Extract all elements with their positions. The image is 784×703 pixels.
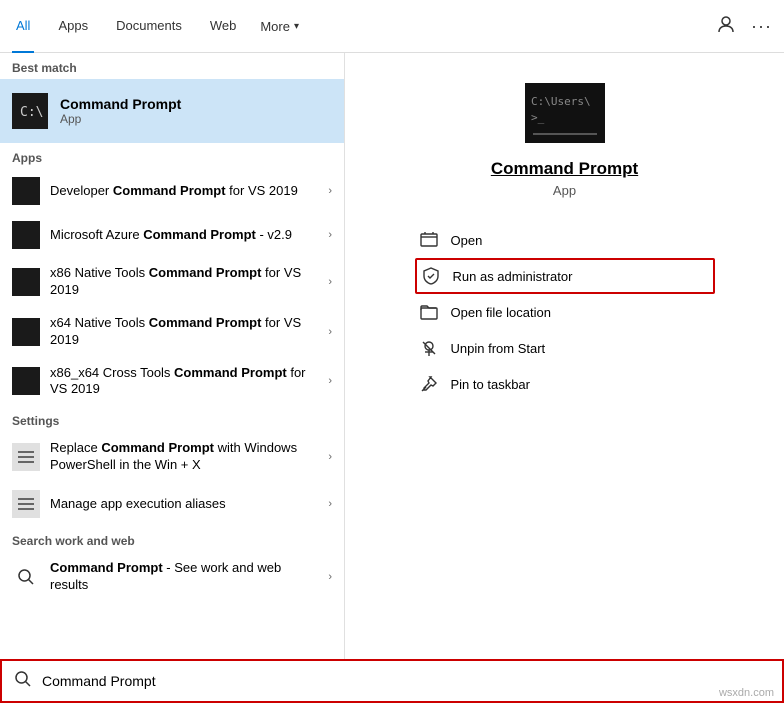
chevron-right-icon: › — [328, 571, 332, 583]
left-panel: Best match C:\ Command Prompt App Apps D… — [0, 53, 345, 659]
list-item-settings-1[interactable]: Replace Command Prompt with Windows Powe… — [0, 432, 344, 482]
action-pin-taskbar-label: Pin to taskbar — [451, 377, 531, 392]
list-item-text: x64 Native Tools Command Prompt for VS 2… — [50, 315, 318, 349]
action-unpin-start[interactable]: Unpin from Start — [415, 330, 715, 366]
action-pin-taskbar[interactable]: Pin to taskbar — [415, 366, 715, 402]
list-item-text: x86_x64 Cross Tools Command Prompt for V… — [50, 365, 318, 399]
list-item[interactable]: x86_x64 Cross Tools Command Prompt for V… — [0, 357, 344, 407]
search-input[interactable] — [42, 673, 770, 689]
app-preview-icon: C:\Users\ >_ — [525, 83, 605, 143]
list-item-text: Microsoft Azure Command Prompt - v2.9 — [50, 227, 318, 244]
chevron-right-icon: › — [328, 229, 332, 241]
search-web-header: Search work and web — [0, 526, 344, 552]
tab-all[interactable]: All — [12, 0, 34, 53]
tab-documents[interactable]: Documents — [112, 0, 186, 53]
web-search-icon — [12, 563, 40, 591]
main-container: Best match C:\ Command Prompt App Apps D… — [0, 53, 784, 659]
tab-web[interactable]: Web — [206, 0, 241, 53]
open-icon — [419, 230, 439, 250]
chevron-right-icon: › — [328, 375, 332, 387]
tab-more[interactable]: More ▾ — [260, 0, 299, 53]
apps-header: Apps — [0, 143, 344, 169]
list-item[interactable]: x86 Native Tools Command Prompt for VS 2… — [0, 257, 344, 307]
unpin-icon — [419, 338, 439, 358]
list-item-settings-2[interactable]: Manage app execution aliases › — [0, 482, 344, 526]
chevron-right-icon: › — [328, 276, 332, 288]
folder-icon — [419, 302, 439, 322]
more-icon[interactable]: ··· — [751, 16, 772, 37]
action-list: Open Run as administrator — [415, 222, 715, 402]
action-unpin-start-label: Unpin from Start — [451, 341, 546, 356]
right-app-title: Command Prompt — [491, 159, 638, 179]
list-item[interactable]: x64 Native Tools Command Prompt for VS 2… — [0, 307, 344, 357]
chevron-right-icon: › — [328, 498, 332, 510]
command-prompt-icon: C:\ — [12, 93, 48, 129]
best-match-item[interactable]: C:\ Command Prompt App — [0, 79, 344, 143]
action-open-label: Open — [451, 233, 483, 248]
person-icon[interactable] — [717, 15, 735, 38]
chevron-down-icon: ▾ — [294, 21, 299, 32]
list-item-text: Developer Command Prompt for VS 2019 — [50, 183, 318, 200]
action-run-as-admin-label: Run as administrator — [453, 269, 573, 284]
settings-icon — [12, 443, 40, 471]
action-open-location-label: Open file location — [451, 305, 551, 320]
app-icon-x86-cmd — [12, 268, 40, 296]
nav-right: ··· — [717, 15, 772, 38]
app-icon-cross-cmd — [12, 367, 40, 395]
chevron-right-icon: › — [328, 185, 332, 197]
top-nav: All Apps Documents Web More ▾ ··· — [0, 0, 784, 53]
watermark: wsxdn.com — [719, 687, 774, 699]
chevron-right-icon: › — [328, 451, 332, 463]
action-open-location[interactable]: Open file location — [415, 294, 715, 330]
best-match-header: Best match — [0, 53, 344, 79]
pin-icon — [419, 374, 439, 394]
list-item-search-web[interactable]: Command Prompt - See work and web result… — [0, 552, 344, 602]
svg-text:>_: >_ — [531, 111, 545, 124]
chevron-right-icon: › — [328, 326, 332, 338]
list-item-text: Replace Command Prompt with Windows Powe… — [50, 440, 318, 474]
action-run-as-admin[interactable]: Run as administrator — [415, 258, 715, 294]
search-bar-container: wsxdn.com — [0, 659, 784, 703]
app-icon-x64-cmd — [12, 318, 40, 346]
tab-apps[interactable]: Apps — [54, 0, 92, 53]
list-item-text: x86 Native Tools Command Prompt for VS 2… — [50, 265, 318, 299]
svg-text:C:\Users\: C:\Users\ — [531, 95, 591, 108]
app-icon-dev-cmd — [12, 177, 40, 205]
svg-text:C:\: C:\ — [20, 105, 43, 120]
right-panel: C:\Users\ >_ Command Prompt App Open — [345, 53, 784, 659]
list-item-text: Manage app execution aliases — [50, 496, 318, 513]
list-item[interactable]: Microsoft Azure Command Prompt - v2.9 › — [0, 213, 344, 257]
action-open[interactable]: Open — [415, 222, 715, 258]
best-match-text: Command Prompt App — [60, 96, 181, 126]
settings-icon-2 — [12, 490, 40, 518]
search-bar: wsxdn.com — [0, 659, 784, 703]
right-app-subtitle: App — [553, 183, 576, 198]
settings-header: Settings — [0, 406, 344, 432]
search-icon — [14, 670, 32, 693]
app-icon-azure-cmd — [12, 221, 40, 249]
list-item[interactable]: Developer Command Prompt for VS 2019 › — [0, 169, 344, 213]
list-item-text: Command Prompt - See work and web result… — [50, 560, 318, 594]
shield-icon — [421, 266, 441, 286]
